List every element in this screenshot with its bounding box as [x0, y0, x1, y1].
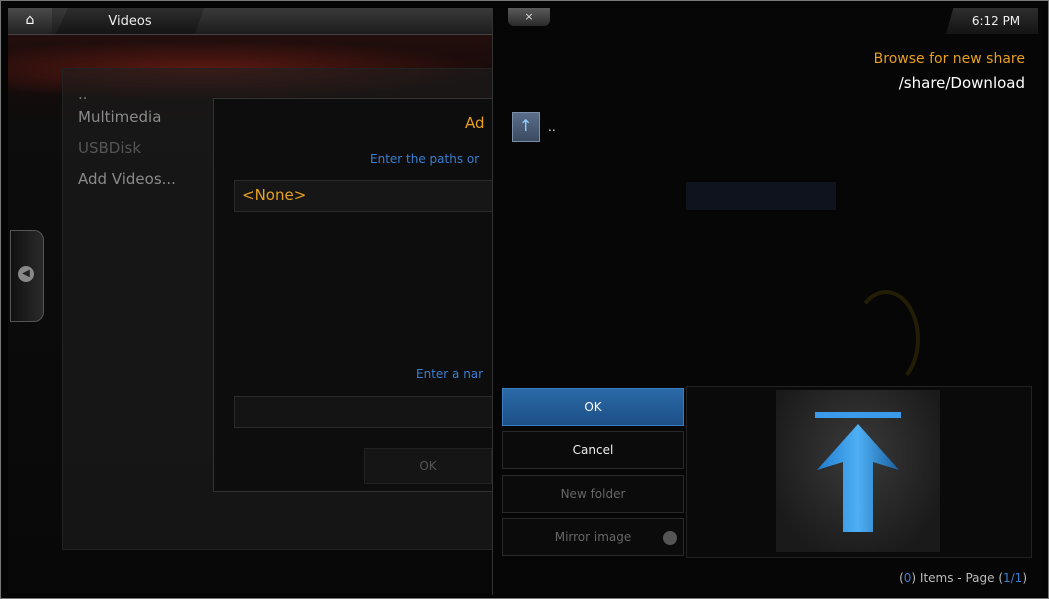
home-icon[interactable]: ⌂: [22, 12, 38, 28]
list-item-parent[interactable]: ..: [78, 87, 176, 102]
close-button[interactable]: ×: [508, 8, 550, 26]
add-dialog-ok-button[interactable]: OK: [364, 448, 492, 484]
browse-current-path: /share/Download: [898, 74, 1025, 92]
clock: 6:12 PM: [971, 14, 1021, 28]
sources-list: .. Multimedia USBDisk Add Videos...: [78, 87, 176, 195]
items-text: Items - Page (: [916, 571, 1003, 585]
list-item-add-videos[interactable]: Add Videos...: [78, 164, 176, 195]
section-title: Videos: [108, 14, 152, 29]
items-footer: (0) Items - Page (1/1): [899, 571, 1027, 585]
browse-buttons: OK Cancel New folder Mirror image: [502, 388, 684, 558]
menu-handle-icon[interactable]: ◀: [18, 266, 34, 282]
up-arrow-bar: [815, 412, 901, 418]
path-value: <None>: [242, 186, 307, 204]
name-hint: Enter a nar: [416, 367, 484, 381]
background-ghost-button: [686, 182, 836, 210]
paths-hint: Enter the paths or: [370, 152, 480, 166]
add-dialog-title: Ad: [465, 114, 485, 132]
list-item-usbdisk[interactable]: USBDisk: [78, 133, 176, 164]
browse-title: Browse for new share: [873, 51, 1025, 67]
source-name-input[interactable]: [234, 396, 494, 428]
new-folder-button[interactable]: New folder: [502, 475, 684, 513]
ok-button[interactable]: OK: [502, 388, 684, 426]
footer-end-paren: ): [1022, 571, 1027, 585]
mirror-image-button[interactable]: Mirror image: [502, 518, 684, 556]
cancel-button[interactable]: Cancel: [502, 431, 684, 469]
up-arrow-icon: [817, 424, 899, 532]
toggle-icon: [663, 531, 677, 545]
folder-up-icon[interactable]: ↑: [512, 112, 540, 142]
browse-item-parent[interactable]: ..: [548, 120, 556, 134]
background-ghost-arc: [852, 290, 920, 388]
page-indicator: 1/1: [1003, 571, 1023, 585]
list-item-multimedia[interactable]: Multimedia: [78, 102, 176, 133]
mirror-image-label: Mirror image: [554, 530, 632, 544]
